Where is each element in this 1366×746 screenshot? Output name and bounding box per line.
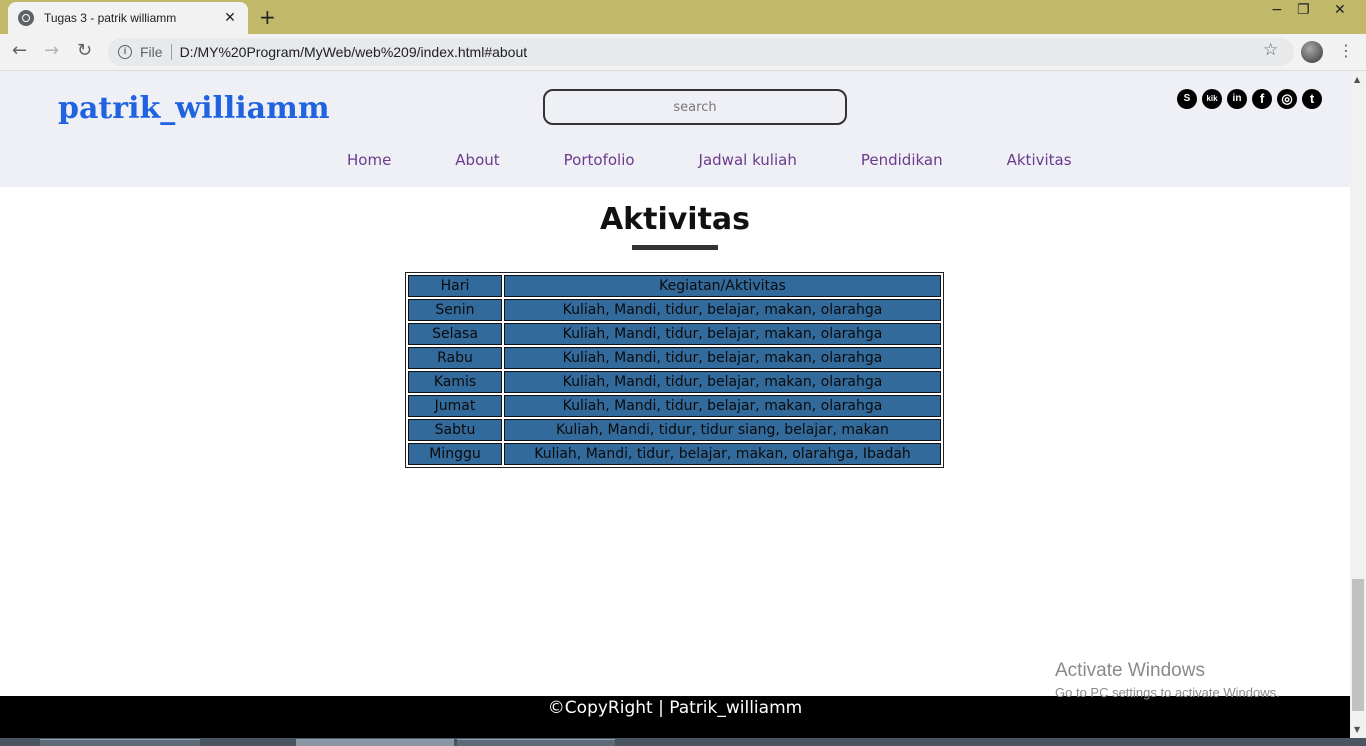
watermark-subtitle: Go to PC settings to activate Windows. [1055, 685, 1280, 700]
page-scrollbar[interactable]: ▲ ▼ [1350, 71, 1366, 738]
file-label: File [140, 44, 163, 60]
activity-cell: Kuliah, Mandi, tidur, belajar, makan, ol… [504, 347, 941, 369]
tab-title: Tugas 3 - patrik williamm [44, 11, 177, 25]
activity-cell: Kuliah, Mandi, tidur, belajar, makan, ol… [504, 323, 941, 345]
table-header-row: Hari Kegiatan/Aktivitas [408, 275, 941, 297]
section-title: Aktivitas [599, 202, 751, 237]
day-cell: Sabtu [408, 419, 502, 441]
scroll-down-icon[interactable]: ▼ [1354, 725, 1360, 734]
social-links: S kik in f ◎ t [1177, 89, 1322, 109]
skype-icon[interactable]: S [1177, 89, 1197, 109]
taskbar-item[interactable] [457, 739, 615, 746]
scroll-thumb[interactable] [1352, 579, 1364, 711]
activity-cell: Kuliah, Mandi, tidur, belajar, makan, ol… [504, 443, 941, 465]
bookmark-star-icon[interactable]: ☆ [1263, 40, 1278, 60]
info-icon[interactable]: i [118, 45, 132, 59]
tumblr-icon[interactable]: t [1302, 89, 1322, 109]
address-bar[interactable]: i File D:/MY%20Program/MyWeb/web%209/ind… [108, 38, 1294, 66]
table-row: Rabu Kuliah, Mandi, tidur, belajar, maka… [408, 347, 941, 369]
day-cell: Jumat [408, 395, 502, 417]
address-divider [170, 44, 172, 60]
table-row: Kamis Kuliah, Mandi, tidur, belajar, mak… [408, 371, 941, 393]
nav-aktivitas[interactable]: Aktivitas [975, 151, 1104, 169]
site-footer: ©CopyRight | Patrik_williamm [0, 696, 1350, 738]
minimize-button[interactable]: − [1271, 2, 1283, 18]
footer-text: ©CopyRight | Patrik_williamm [547, 698, 803, 718]
day-cell: Kamis [408, 371, 502, 393]
globe-icon [18, 10, 34, 26]
table-row: Jumat Kuliah, Mandi, tidur, belajar, mak… [408, 395, 941, 417]
scroll-up-icon[interactable]: ▲ [1354, 75, 1360, 84]
activity-cell: Kuliah, Mandi, tidur, belajar, makan, ol… [504, 395, 941, 417]
linkedin-icon[interactable]: in [1227, 89, 1247, 109]
search-input[interactable] [543, 89, 847, 125]
activate-windows-watermark: Activate Windows Go to PC settings to ac… [1055, 660, 1280, 700]
profile-avatar[interactable] [1301, 41, 1323, 63]
watermark-title: Activate Windows [1055, 660, 1205, 681]
header-day: Hari [408, 275, 502, 297]
site-header: patrik_williamm S kik in f ◎ t Home Abou… [0, 71, 1350, 187]
new-tab-button[interactable]: + [259, 5, 276, 29]
taskbar-item[interactable] [40, 739, 200, 746]
browser-menu-icon[interactable]: ⋮ [1338, 41, 1354, 60]
instagram-icon[interactable]: ◎ [1277, 89, 1297, 109]
table-row: Senin Kuliah, Mandi, tidur, belajar, mak… [408, 299, 941, 321]
day-cell: Senin [408, 299, 502, 321]
table-row: Selasa Kuliah, Mandi, tidur, belajar, ma… [408, 323, 941, 345]
back-button[interactable]: ← [12, 40, 27, 61]
header-activity: Kegiatan/Aktivitas [504, 275, 941, 297]
url-text[interactable]: D:/MY%20Program/MyWeb/web%209/index.html… [180, 44, 528, 60]
activity-table: Hari Kegiatan/Aktivitas Senin Kuliah, Ma… [405, 272, 944, 468]
nav-about[interactable]: About [423, 151, 531, 169]
day-cell: Rabu [408, 347, 502, 369]
facebook-icon[interactable]: f [1252, 89, 1272, 109]
page-viewport: patrik_williamm S kik in f ◎ t Home Abou… [0, 71, 1350, 738]
main-nav: Home About Portofolio Jadwal kuliah Pend… [315, 151, 1104, 169]
browser-tab-bar: Tugas 3 - patrik williamm ✕ + − ❐ ✕ [0, 0, 1366, 34]
nav-portofolio[interactable]: Portofolio [532, 151, 667, 169]
reload-button[interactable]: ↻ [77, 40, 92, 61]
table-row: Sabtu Kuliah, Mandi, tidur, tidur siang,… [408, 419, 941, 441]
nav-pendidikan[interactable]: Pendidikan [829, 151, 975, 169]
browser-tab[interactable]: Tugas 3 - patrik williamm ✕ [8, 2, 248, 34]
activity-cell: Kuliah, Mandi, tidur, tidur siang, belaj… [504, 419, 941, 441]
site-brand[interactable]: patrik_williamm [58, 91, 330, 126]
nav-home[interactable]: Home [315, 151, 423, 169]
kik-icon[interactable]: kik [1202, 89, 1222, 109]
os-taskbar [0, 738, 1366, 746]
activity-cell: Kuliah, Mandi, tidur, belajar, makan, ol… [504, 299, 941, 321]
browser-toolbar: ← → ↻ i File D:/MY%20Program/MyWeb/web%2… [0, 34, 1366, 71]
forward-button[interactable]: → [44, 40, 59, 61]
close-tab-icon[interactable]: ✕ [222, 10, 238, 26]
table-row: Minggu Kuliah, Mandi, tidur, belajar, ma… [408, 443, 941, 465]
restore-button[interactable]: ❐ [1297, 2, 1310, 18]
day-cell: Selasa [408, 323, 502, 345]
title-underline [632, 245, 718, 250]
close-window-button[interactable]: ✕ [1334, 2, 1346, 18]
nav-jadwal-kuliah[interactable]: Jadwal kuliah [667, 151, 829, 169]
day-cell: Minggu [408, 443, 502, 465]
activity-cell: Kuliah, Mandi, tidur, belajar, makan, ol… [504, 371, 941, 393]
taskbar-item-active[interactable] [296, 739, 454, 746]
